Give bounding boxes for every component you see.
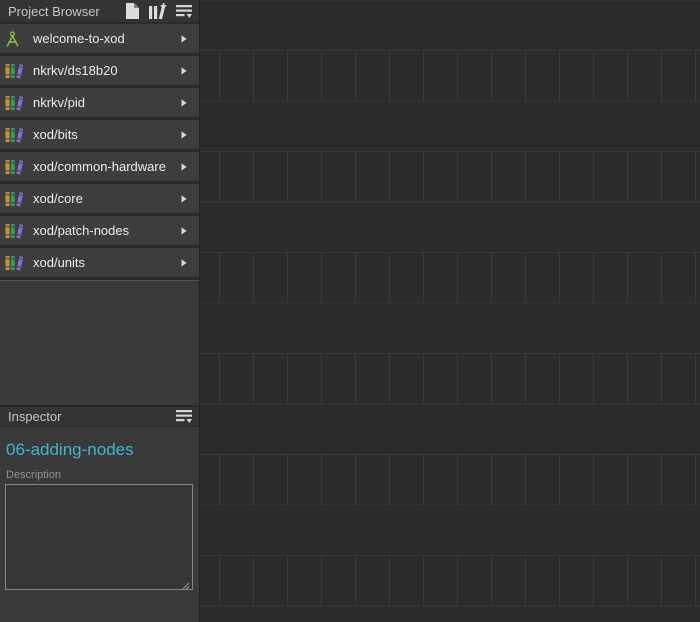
library-icon: [5, 254, 28, 272]
chevron-right-icon[interactable]: [181, 259, 187, 267]
inspector-title: Inspector: [8, 409, 167, 424]
panel-menu-icon[interactable]: [176, 4, 192, 19]
xod-logo-icon: [5, 31, 28, 47]
project-browser-item-label: welcome-to-xod: [33, 31, 181, 46]
project-browser-header: Project Browser: [0, 0, 199, 22]
chevron-right-icon[interactable]: [181, 35, 187, 43]
description-label: Description: [0, 469, 199, 481]
project-browser-item-label: xod/patch-nodes: [33, 223, 181, 238]
library-icon: [5, 94, 28, 112]
inspector-body: 06-adding-nodes Description: [0, 427, 199, 622]
chevron-right-icon[interactable]: [181, 99, 187, 107]
library-icon: [5, 126, 28, 144]
project-browser-item[interactable]: xod/units: [0, 248, 199, 277]
chevron-right-icon[interactable]: [181, 67, 187, 75]
add-library-icon[interactable]: [148, 3, 167, 19]
chevron-right-icon[interactable]: [181, 227, 187, 235]
project-browser-list: welcome-to-xod nkrkv/ds18b20: [0, 22, 199, 280]
project-browser-item-label: xod/bits: [33, 127, 181, 142]
project-browser-item[interactable]: xod/common-hardware: [0, 152, 199, 181]
chevron-right-icon[interactable]: [181, 131, 187, 139]
project-browser-item[interactable]: xod/core: [0, 184, 199, 213]
project-browser-item[interactable]: nkrkv/ds18b20: [0, 56, 199, 85]
selected-patch-name: 06-adding-nodes: [0, 427, 199, 460]
project-browser-item-label: xod/units: [33, 255, 181, 270]
project-browser-item[interactable]: xod/bits: [0, 120, 199, 149]
project-browser-item-label: xod/core: [33, 191, 181, 206]
canvas-grid: [200, 0, 700, 622]
project-browser-item-label: xod/common-hardware: [33, 159, 181, 174]
resize-handle-icon[interactable]: [182, 577, 190, 585]
patching-canvas[interactable]: [200, 0, 700, 622]
project-browser-empty-area: [0, 280, 199, 405]
chevron-right-icon[interactable]: [181, 195, 187, 203]
new-patch-icon[interactable]: [126, 3, 139, 19]
project-browser-item[interactable]: xod/patch-nodes: [0, 216, 199, 245]
sidebar: Project Browser: [0, 0, 200, 622]
project-browser-item[interactable]: nkrkv/pid: [0, 88, 199, 117]
library-icon: [5, 190, 28, 208]
description-input[interactable]: [5, 484, 193, 590]
library-icon: [5, 222, 28, 240]
inspector-header: Inspector: [0, 405, 199, 427]
chevron-right-icon[interactable]: [181, 163, 187, 171]
description-field-wrap: [5, 484, 193, 590]
library-icon: [5, 62, 28, 80]
library-icon: [5, 158, 28, 176]
xod-ide-window: Project Browser: [0, 0, 700, 622]
panel-menu-icon[interactable]: [176, 409, 192, 424]
project-browser-item-label: nkrkv/pid: [33, 95, 181, 110]
project-browser-item[interactable]: welcome-to-xod: [0, 24, 199, 53]
project-browser-title: Project Browser: [8, 4, 117, 19]
project-browser-item-label: nkrkv/ds18b20: [33, 63, 181, 78]
